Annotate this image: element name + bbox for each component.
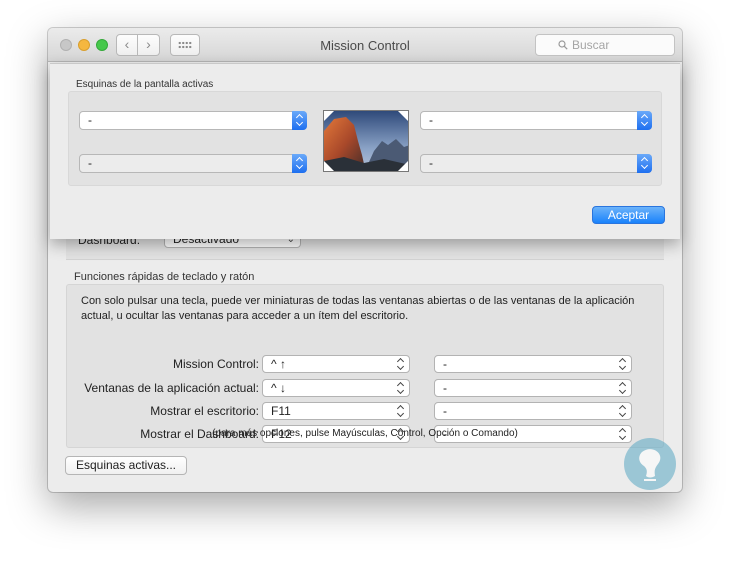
corner-top-left-marker (324, 111, 334, 121)
title-bar: ‹ › Mission Control Buscar (48, 28, 682, 62)
key-value: ^ ↑ (271, 357, 286, 371)
updown-icon (292, 111, 307, 130)
minimize-button[interactable] (78, 39, 90, 51)
zoom-button[interactable] (96, 39, 108, 51)
back-button[interactable]: ‹ (116, 34, 138, 56)
updown-icon (637, 154, 652, 173)
shortcuts-description: Con solo pulsar una tecla, puede ver min… (81, 295, 635, 322)
mouse-select-show-desktop[interactable]: - (434, 402, 632, 420)
corner-bottom-left-marker (324, 161, 334, 171)
key-select-app-windows[interactable]: ^ ↓ (262, 379, 410, 397)
updown-icon (637, 111, 652, 130)
corner-bottom-right-marker (398, 161, 408, 171)
updown-icon (397, 404, 405, 418)
row-label-mission-control: Mission Control: (172, 357, 259, 371)
updown-icon (397, 357, 405, 371)
corners-panel: - - - - (68, 91, 662, 186)
search-placeholder: Buscar (572, 38, 610, 52)
key-value: F11 (271, 404, 291, 418)
hot-corners-button[interactable]: Esquinas activas... (65, 456, 187, 475)
accept-button[interactable]: Aceptar (592, 206, 665, 224)
search-input[interactable]: Buscar (535, 34, 675, 56)
shortcuts-panel: Con solo pulsar una tecla, puede ver min… (66, 284, 664, 448)
key-select-mission-control[interactable]: ^ ↑ (262, 355, 410, 373)
mouse-value: - (443, 381, 447, 395)
mountain-landscape-image (324, 111, 408, 171)
watermark-logo-icon (624, 438, 676, 490)
corner-value: - (88, 113, 92, 127)
key-value: ^ ↓ (271, 381, 286, 395)
modifier-hint: (para más opciones, pulse Mayúsculas, Co… (212, 428, 518, 439)
row-label-app-windows: Ventanas de la aplicación actual: (84, 381, 259, 395)
updown-icon (619, 404, 627, 418)
desktop-preview-image (323, 110, 409, 172)
close-button[interactable] (60, 39, 72, 51)
corner-value: - (429, 156, 433, 170)
show-all-button[interactable] (170, 34, 200, 56)
top-right-corner-select[interactable]: - (420, 111, 652, 130)
row-label-show-desktop: Mostrar el escritorio: (150, 404, 259, 418)
top-left-corner-select[interactable]: - (79, 111, 307, 130)
updown-icon (619, 381, 627, 395)
bottom-left-corner-select[interactable]: - (79, 154, 307, 173)
search-icon (558, 40, 568, 50)
mouse-select-app-windows[interactable]: - (434, 379, 632, 397)
forward-button[interactable]: › (138, 34, 160, 56)
shortcuts-title: Funciones rápidas de teclado y ratón (74, 271, 255, 283)
window-title: Mission Control (320, 38, 410, 53)
corner-value: - (429, 113, 433, 127)
key-select-show-desktop[interactable]: F11 (262, 402, 410, 420)
corner-top-right-marker (398, 111, 408, 121)
updown-icon (397, 381, 405, 395)
sheet-title: Esquinas de la pantalla activas (76, 79, 214, 90)
corner-value: - (88, 156, 92, 170)
mouse-value: - (443, 357, 447, 371)
mouse-value: - (443, 404, 447, 418)
grid-icon (178, 41, 192, 49)
updown-icon (292, 154, 307, 173)
updown-icon (619, 357, 627, 371)
mouse-select-mission-control[interactable]: - (434, 355, 632, 373)
bottom-right-corner-select[interactable]: - (420, 154, 652, 173)
hot-corners-sheet: Esquinas de la pantalla activas - - - - (50, 63, 680, 239)
